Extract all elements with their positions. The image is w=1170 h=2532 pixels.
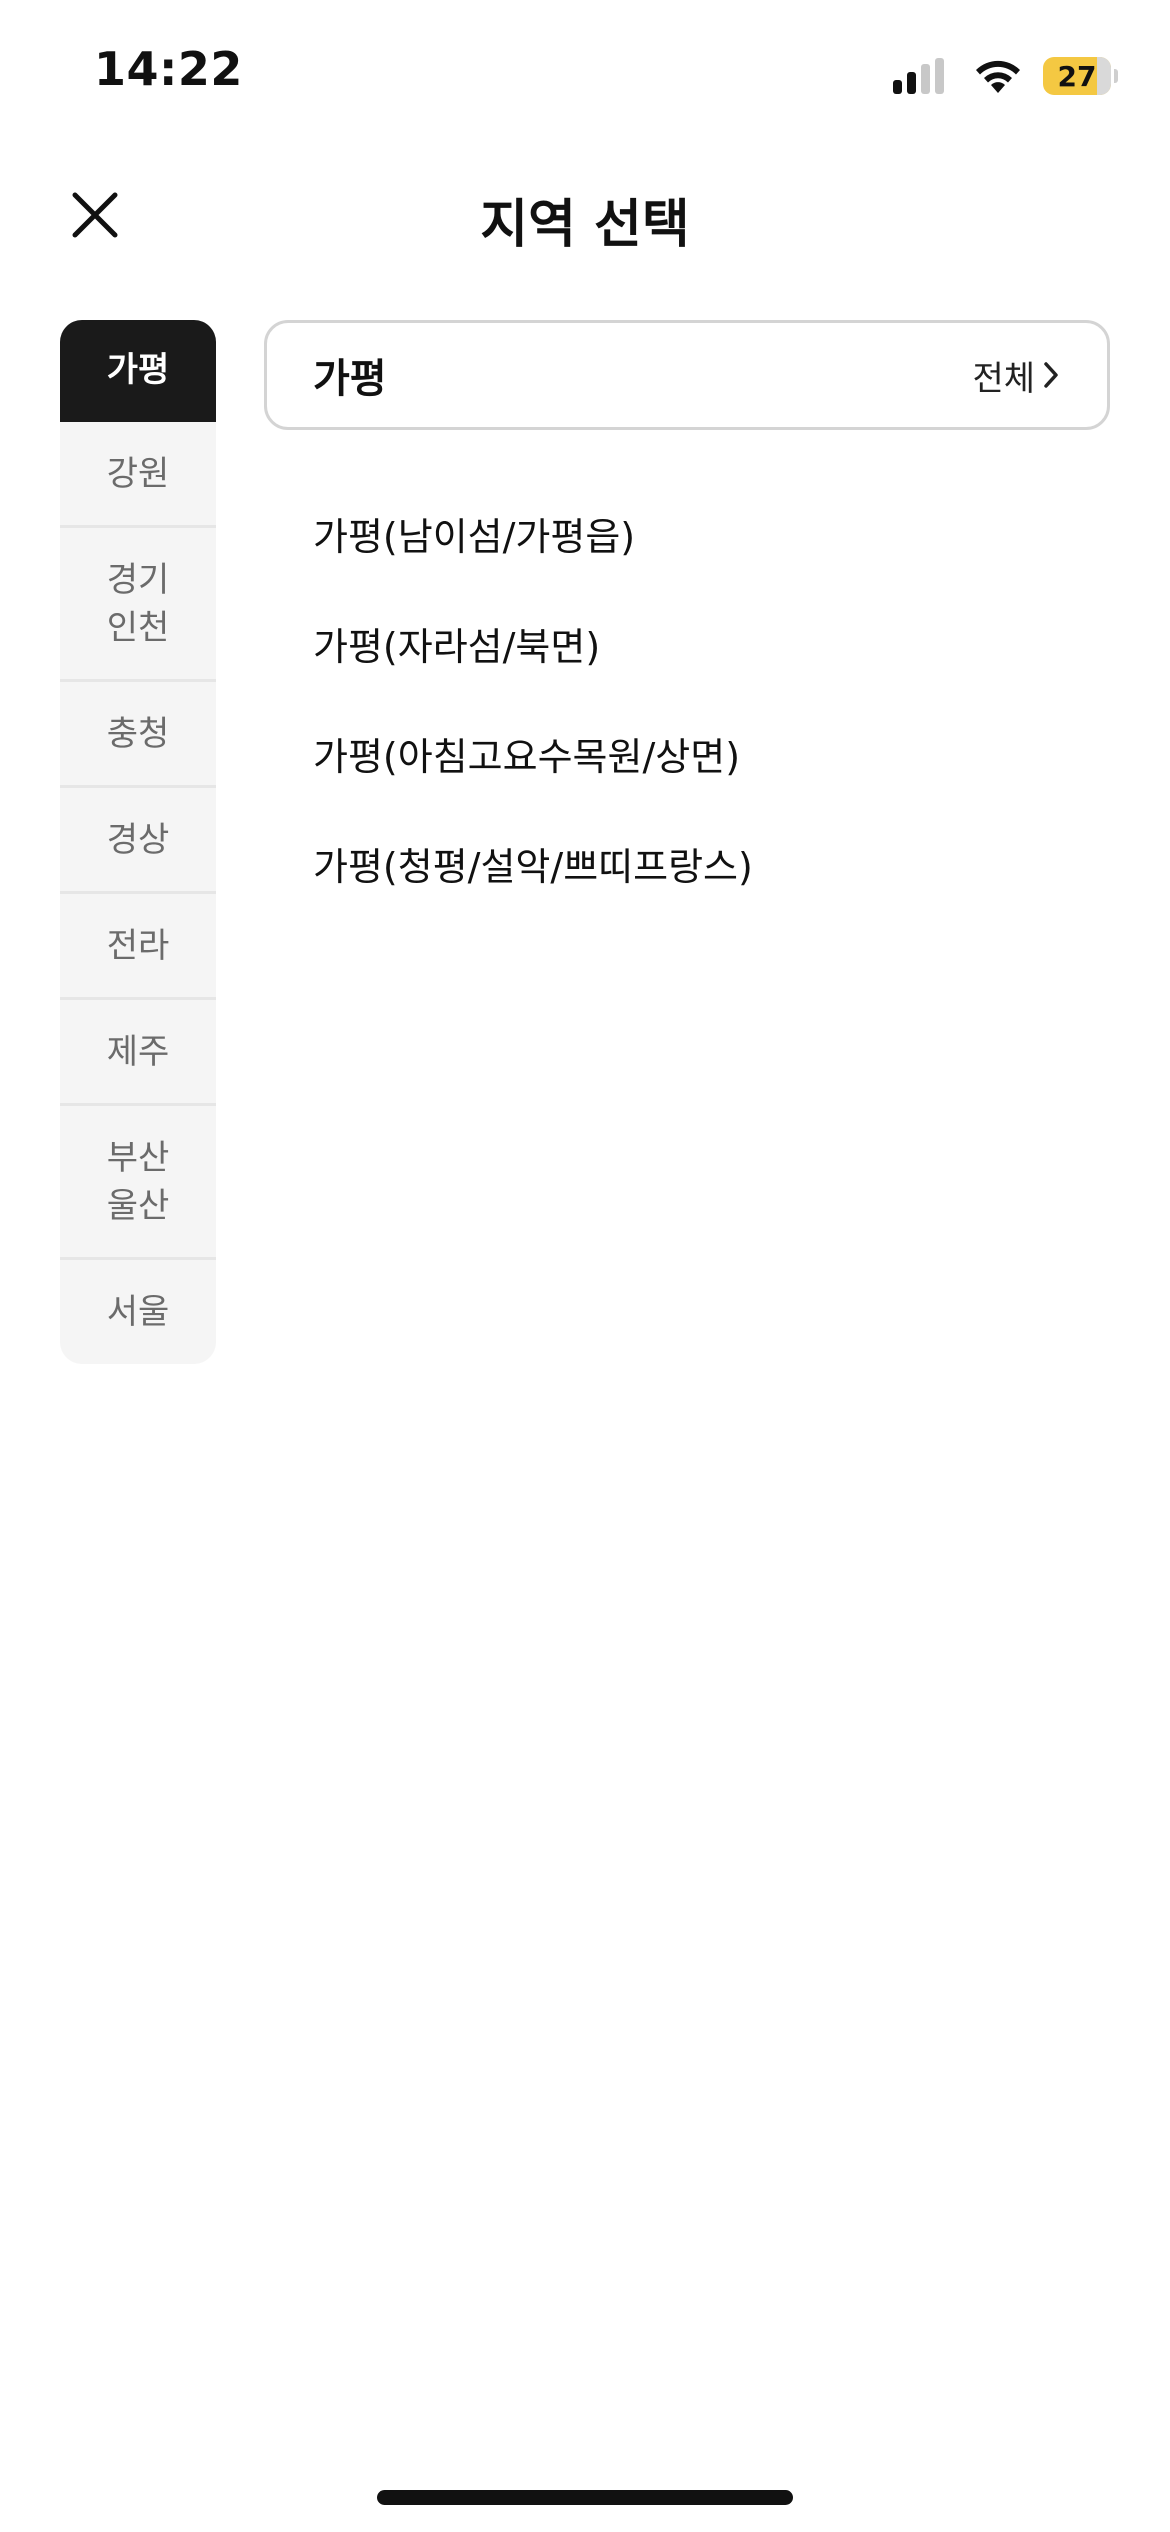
sidebar-item-chungcheong[interactable]: 충청: [60, 682, 216, 788]
page-title: 지역 선택: [480, 195, 690, 255]
sidebar-item-label: 충청: [106, 713, 170, 754]
sub-region-item[interactable]: 가평(남이섬/가평읍): [313, 478, 1110, 588]
sidebar-item-seoul[interactable]: 서울: [60, 1260, 216, 1364]
status-time: 14:22: [94, 42, 243, 96]
sub-region-panel: 가평 전체 가평(남이섬/가평읍) 가평(자라섬/북면) 가평(아침고요수목원/…: [264, 320, 1110, 918]
sidebar-item-label: 전라: [106, 925, 170, 966]
sidebar-item-label: 경상: [106, 819, 170, 860]
battery-level: 27: [1057, 59, 1097, 93]
sidebar-item-label: 강원: [106, 453, 170, 494]
selected-region-title: 가평: [313, 356, 387, 402]
sidebar-item-jeolla[interactable]: 전라: [60, 894, 216, 1000]
sidebar-item-gapyeong[interactable]: 가평: [60, 320, 216, 422]
screen: 14:22 27 지역 선택 가평 강원 경기 인천 충청 경상 전라 제주 부…: [0, 0, 1170, 2532]
sub-region-list: 가평(남이섬/가평읍) 가평(자라섬/북면) 가평(아침고요수목원/상면) 가평…: [264, 478, 1110, 918]
sub-region-item[interactable]: 가평(청평/설악/쁘띠프랑스): [313, 808, 1110, 918]
wifi-icon: [976, 60, 1020, 93]
status-icons: 27: [893, 52, 1118, 100]
status-bar: 14:22 27: [0, 0, 1170, 150]
sidebar-item-gyeongsang[interactable]: 경상: [60, 788, 216, 894]
select-all-label: 전체: [972, 358, 1035, 399]
sub-region-item[interactable]: 가평(자라섬/북면): [313, 588, 1110, 698]
battery-icon: 27: [1043, 57, 1118, 95]
sub-region-item[interactable]: 가평(아침고요수목원/상면): [313, 698, 1110, 808]
sidebar-item-busan-ulsan[interactable]: 부산 울산: [60, 1106, 216, 1260]
sidebar-item-label: 부산 울산: [106, 1137, 170, 1226]
sidebar-item-label: 가평: [106, 349, 170, 390]
select-all-link[interactable]: 전체: [972, 351, 1061, 400]
sidebar-item-jeju[interactable]: 제주: [60, 1000, 216, 1106]
chevron-right-icon: [1044, 362, 1058, 388]
sidebar-item-label: 경기 인천: [106, 559, 170, 648]
signal-icon: [893, 58, 949, 94]
sidebar-item-label: 제주: [106, 1031, 170, 1072]
select-all-region-card[interactable]: 가평 전체: [264, 320, 1110, 430]
sidebar-item-label: 서울: [106, 1292, 170, 1332]
header: 지역 선택: [0, 160, 1170, 260]
home-indicator[interactable]: [377, 2490, 793, 2505]
sidebar-item-gyeonggi-incheon[interactable]: 경기 인천: [60, 528, 216, 682]
sidebar-item-gangwon[interactable]: 강원: [60, 422, 216, 528]
region-sidebar: 가평 강원 경기 인천 충청 경상 전라 제주 부산 울산 서울: [60, 320, 216, 1364]
